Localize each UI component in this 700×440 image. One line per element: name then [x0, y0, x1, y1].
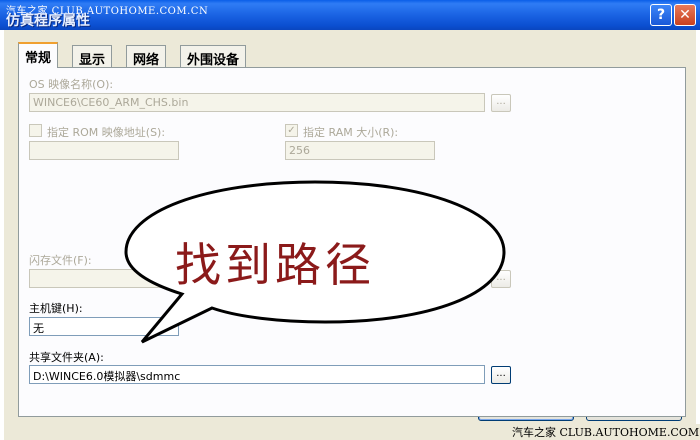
ram-size-field[interactable]: 256: [285, 141, 435, 160]
ram-size-checkbox[interactable]: ✓: [285, 124, 298, 137]
rom-addr-label: 指定 ROM 映像地址(S):: [47, 126, 166, 139]
shared-folder-label: 共享文件夹(A):: [29, 351, 104, 364]
tab-label: 网络: [133, 53, 160, 68]
os-image-browse-button[interactable]: ...: [491, 94, 511, 112]
flash-file-label: 闪存文件(F):: [29, 254, 92, 267]
ram-size-label: 指定 RAM 大小(R):: [303, 126, 399, 139]
close-button[interactable]: ✕: [674, 4, 696, 26]
tab-label: 常规: [25, 51, 52, 66]
rom-addr-checkbox[interactable]: [29, 124, 42, 137]
shared-folder-browse-button[interactable]: ...: [491, 366, 511, 384]
watermark-bottom: 汽车之家 CLUB.AUTOHOME.COM.CN: [512, 424, 700, 440]
tab-general[interactable]: 常规: [18, 42, 59, 68]
host-key-label: 主机键(H):: [29, 302, 83, 315]
tab-label: 外围设备: [187, 53, 240, 68]
os-image-label: OS 映像名称(O):: [29, 78, 114, 91]
tab-peripherals[interactable]: 外围设备: [180, 45, 247, 68]
callout-text: 找到路径: [175, 238, 375, 292]
rom-addr-field[interactable]: [29, 141, 179, 160]
shared-folder-field[interactable]: D:\WINCE6.0模拟器\sdmmc: [29, 365, 485, 384]
tab-label: 显示: [79, 53, 106, 68]
title-bar: 汽车之家 CLUB.AUTOHOME.COM.CN 仿真程序属性 ? ✕: [0, 0, 700, 30]
window-title: 仿真程序属性: [6, 13, 90, 29]
close-icon: ✕: [679, 7, 691, 23]
tab-display[interactable]: 显示: [72, 45, 113, 68]
help-button[interactable]: ?: [650, 4, 672, 26]
os-image-field[interactable]: WINCE6\CE60_ARM_CHS.bin: [29, 93, 485, 112]
help-icon: ?: [656, 7, 666, 23]
tab-network[interactable]: 网络: [126, 45, 167, 68]
